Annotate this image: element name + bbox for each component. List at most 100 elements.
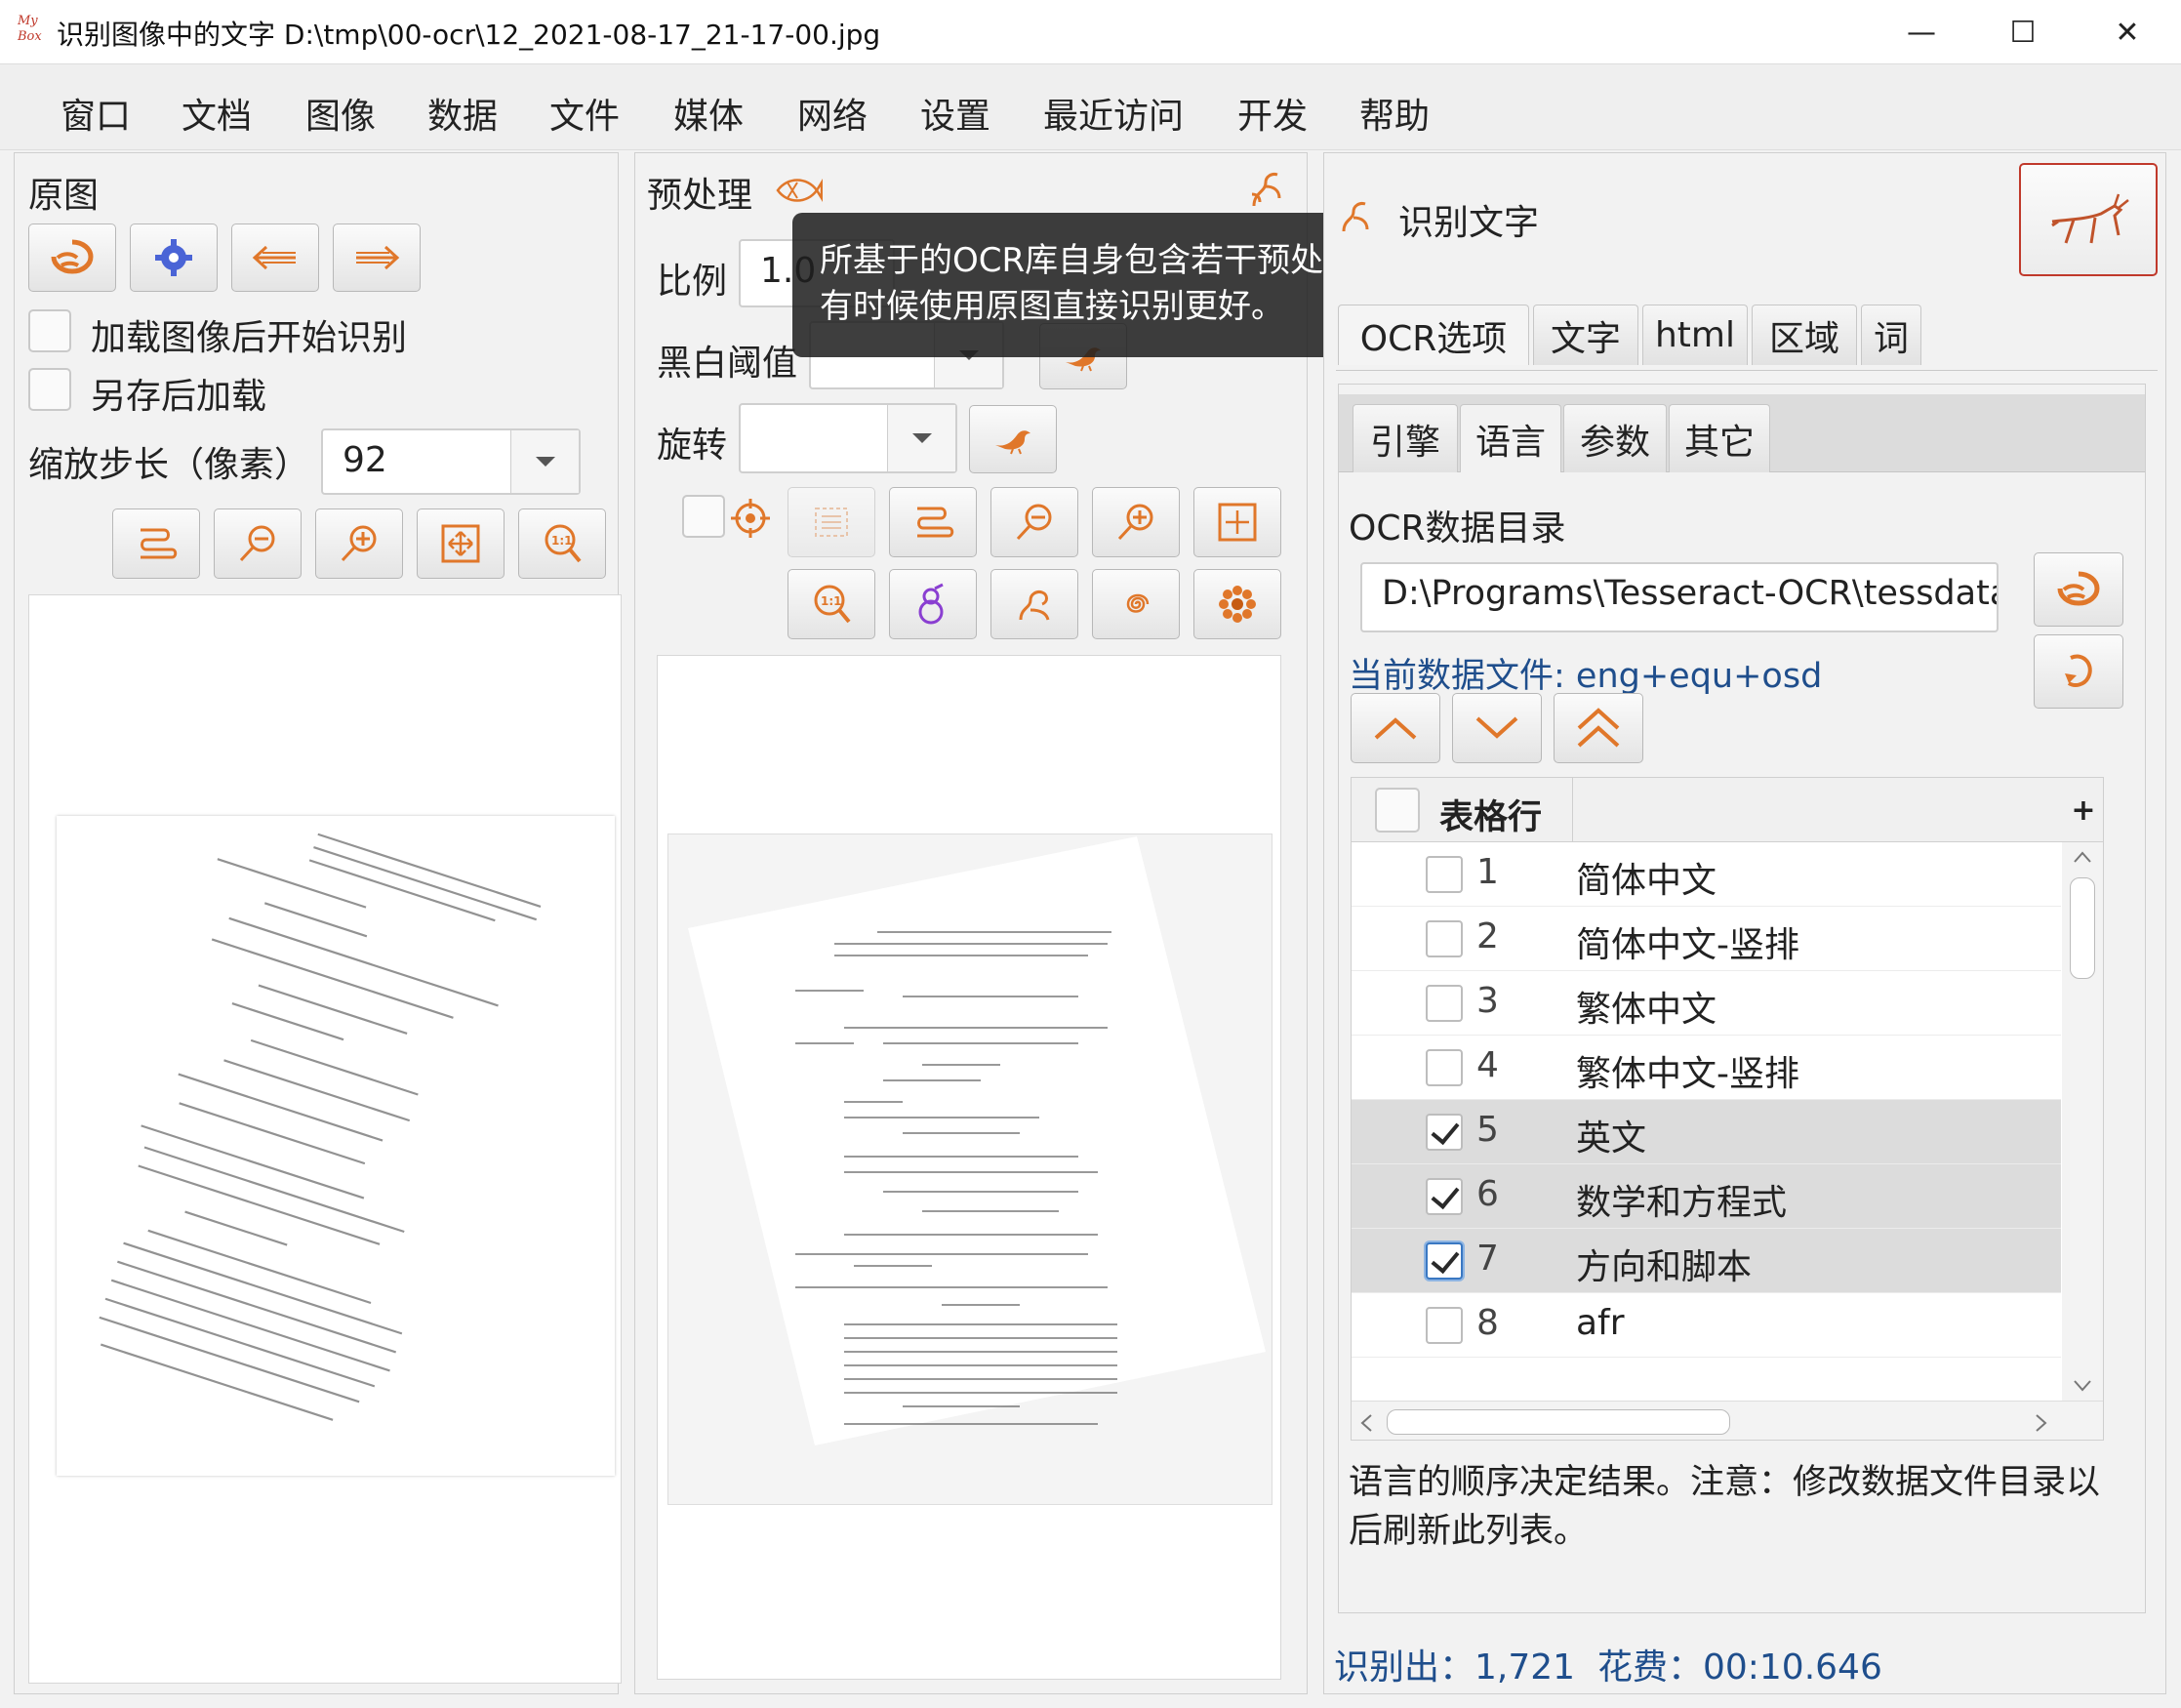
table-row[interactable]: 7 方向和脚本: [1352, 1229, 2061, 1293]
close-button[interactable]: ✕: [2074, 0, 2181, 64]
paginate-button[interactable]: [889, 487, 977, 557]
move-down-button[interactable]: [1452, 693, 1542, 763]
browse-dir-button[interactable]: [2034, 552, 2123, 627]
flower-button[interactable]: [1193, 569, 1281, 639]
menu-network[interactable]: 网络: [797, 88, 868, 139]
paginate-button[interactable]: [112, 508, 200, 579]
select-all-checkbox[interactable]: [1375, 788, 1420, 833]
rotate-apply-button[interactable]: [969, 405, 1057, 473]
open-folder-icon: [2057, 571, 2100, 606]
row-language: afr: [1576, 1303, 1625, 1343]
previous-button[interactable]: [231, 224, 319, 292]
arrow-right-icon: [356, 245, 400, 270]
start-ocr-button[interactable]: [2019, 163, 2158, 276]
scroll-up-icon[interactable]: [2073, 850, 2092, 864]
menu-help[interactable]: 帮助: [1359, 88, 1430, 139]
menu-settings[interactable]: 设置: [920, 88, 990, 139]
data-dir-input[interactable]: D:\Programs\Tesseract-OCR\tessdata: [1360, 562, 1999, 632]
add-column-icon[interactable]: +: [2064, 778, 2103, 842]
fit-window-button[interactable]: [1193, 487, 1281, 557]
preprocessed-image-view[interactable]: [657, 655, 1281, 1680]
open-file-button[interactable]: [28, 224, 116, 292]
row-checkbox-checked[interactable]: [1426, 1114, 1463, 1151]
table-row[interactable]: 4 繁体中文-竖排: [1352, 1036, 2061, 1100]
deskewed-document-image: [688, 836, 1266, 1445]
deer-icon: [2051, 193, 2129, 244]
original-size-button[interactable]: 1:1: [788, 569, 875, 639]
settings-button[interactable]: [130, 224, 218, 292]
row-checkbox[interactable]: [1426, 1307, 1463, 1344]
original-image-panel: 原图 加载图像后开始识别 另存后加载 缩放步长（像素） 92 1:1: [14, 152, 622, 1694]
zoom-out-button[interactable]: [990, 487, 1078, 557]
table-row[interactable]: 2 简体中文-竖排: [1352, 907, 2061, 971]
row-language: amh: [1576, 1367, 1654, 1371]
horizontal-scrollbar[interactable]: [1352, 1401, 2103, 1440]
row-number: 4: [1476, 1045, 1499, 1085]
scroll-right-icon[interactable]: [2035, 1413, 2048, 1433]
menu-image[interactable]: 图像: [305, 88, 376, 139]
subtab-language[interactable]: 语言: [1460, 404, 1561, 472]
rotate-select[interactable]: [739, 403, 957, 473]
dragon-button[interactable]: [990, 569, 1078, 639]
row-checkbox[interactable]: [1426, 985, 1463, 1022]
vertical-scrollbar[interactable]: [2062, 842, 2103, 1401]
next-button[interactable]: [333, 224, 421, 292]
minimize-button[interactable]: —: [1871, 0, 1972, 64]
load-after-save-checkbox[interactable]: [28, 368, 71, 411]
tab-html[interactable]: html: [1642, 305, 1748, 365]
table-row[interactable]: 3 繁体中文: [1352, 971, 2061, 1036]
row-number: 7: [1476, 1239, 1499, 1279]
fit-window-button[interactable]: [417, 508, 505, 579]
row-checkbox[interactable]: [1426, 856, 1463, 893]
menu-data[interactable]: 数据: [427, 88, 498, 139]
table-row[interactable]: 5 英文: [1352, 1100, 2061, 1164]
original-image-view[interactable]: [28, 594, 622, 1684]
row-checkbox[interactable]: [1426, 1049, 1463, 1086]
subtab-parameters[interactable]: 参数: [1563, 404, 1667, 472]
scroll-down-icon[interactable]: [2073, 1379, 2092, 1393]
tab-words[interactable]: 词: [1861, 305, 1921, 365]
row-checkbox-checked[interactable]: [1426, 1178, 1463, 1215]
row-checkbox-checked[interactable]: [1426, 1242, 1463, 1280]
original-size-button[interactable]: 1:1: [518, 508, 606, 579]
table-row[interactable]: 9 amh: [1352, 1358, 2061, 1371]
zoom-in-button[interactable]: [1092, 487, 1180, 557]
menu-window[interactable]: 窗口: [61, 88, 131, 139]
select-mode-checkbox[interactable]: [682, 495, 725, 538]
vertical-scroll-thumb[interactable]: [2070, 877, 2095, 979]
tab-ocr-options[interactable]: OCR选项: [1338, 305, 1529, 365]
table-row[interactable]: 1 简体中文: [1352, 842, 2061, 907]
refresh-button[interactable]: [2034, 634, 2123, 709]
menu-document[interactable]: 文档: [182, 88, 252, 139]
select-area-button[interactable]: [788, 487, 875, 557]
spiral-button[interactable]: [1092, 569, 1180, 639]
load-start-checkbox[interactable]: [28, 309, 71, 352]
menu-file[interactable]: 文件: [549, 88, 620, 139]
current-data-file: 当前数据文件: eng+equ+osd: [1349, 657, 1823, 696]
menu-recent[interactable]: 最近访问: [1043, 88, 1184, 139]
row-checkbox[interactable]: [1426, 920, 1463, 957]
move-top-button[interactable]: [1554, 693, 1643, 763]
scroll-left-icon[interactable]: [1359, 1413, 1373, 1433]
zoom-in-button[interactable]: [315, 508, 403, 579]
subtab-other[interactable]: 其它: [1669, 404, 1770, 472]
zoom-out-icon: [1016, 504, 1052, 541]
table-row[interactable]: 6 数学和方程式: [1352, 1164, 2061, 1229]
zoom-step-select[interactable]: 92: [321, 428, 581, 495]
gourd-button[interactable]: [889, 569, 977, 639]
menu-develop[interactable]: 开发: [1237, 88, 1308, 139]
row-language: 简体中文: [1576, 861, 1717, 901]
dragon-icon: [1019, 590, 1050, 621]
tab-regions[interactable]: 区域: [1752, 305, 1857, 365]
menu-media[interactable]: 媒体: [673, 88, 744, 139]
move-up-button[interactable]: [1351, 693, 1440, 763]
subtab-engine[interactable]: 引擎: [1353, 404, 1458, 472]
data-dir-value: D:\Programs\Tesseract-OCR\tessdata: [1382, 574, 1999, 613]
title-bar: My Box 识别图像中的文字 D:\tmp\00-ocr\12_2021-08-…: [0, 0, 2181, 64]
horizontal-scroll-thumb[interactable]: [1387, 1409, 1730, 1435]
tab-text[interactable]: 文字: [1533, 305, 1638, 365]
window-title: 识别图像中的文字 D:\tmp\00-ocr\12_2021-08-17_21-…: [57, 19, 881, 51]
maximize-button[interactable]: ☐: [1972, 0, 2074, 64]
zoom-out-button[interactable]: [214, 508, 302, 579]
table-row[interactable]: 8 afr: [1352, 1293, 2061, 1358]
